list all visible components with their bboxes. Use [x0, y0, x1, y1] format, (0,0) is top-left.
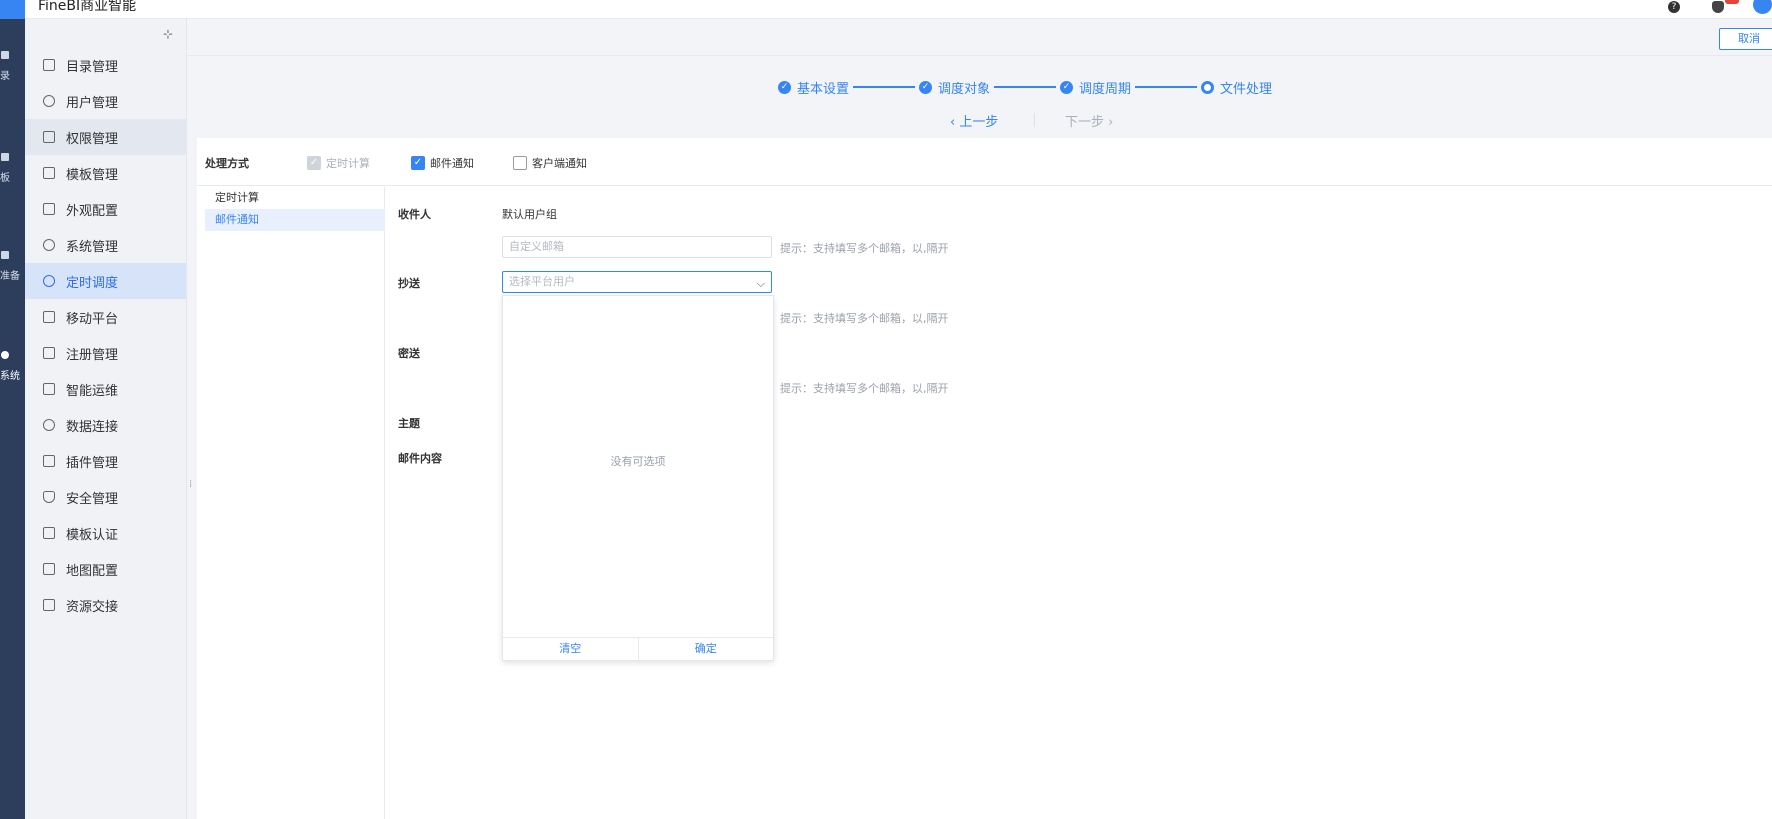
catalog-icon	[1, 51, 9, 59]
cc-hint: 提示：支持填写多个邮箱，以,隔开	[780, 312, 949, 325]
bcc-label: 密送	[398, 347, 420, 360]
register-icon	[43, 347, 55, 359]
sidebar-item-plugins[interactable]: 插件管理	[25, 443, 186, 479]
check-icon: ✓	[1060, 80, 1074, 94]
divider	[187, 55, 1772, 56]
custom-email-input[interactable]: 自定义邮箱	[502, 236, 772, 258]
cc-user-select[interactable]: 选择平台用户 ⌵	[502, 271, 772, 293]
app-title: FineBI商业智能	[38, 0, 137, 14]
checkbox-empty-icon	[513, 156, 527, 170]
bell-icon[interactable]	[1712, 1, 1724, 13]
list-item-scheduled-calc[interactable]: 定时计算	[205, 187, 385, 209]
catalog-icon	[43, 59, 55, 71]
dropdown-footer: 清空 确定	[503, 637, 773, 660]
cc-label: 抄送	[398, 277, 420, 290]
dashboard-icon	[1, 153, 9, 161]
sidebar-item-templates[interactable]: 模板管理	[25, 155, 186, 191]
sidebar-item-appearance[interactable]: 外观配置	[25, 191, 186, 227]
sidebar-item-users[interactable]: 用户管理	[25, 83, 186, 119]
step-connector	[1135, 86, 1198, 88]
sidebar-item-template-certify[interactable]: 模板认证	[25, 515, 186, 551]
main-panel: 处理方式 ✓ 定时计算 ✓ 邮件通知 客户端通知 定时计算 邮件通知 收件人 默…	[197, 138, 1772, 819]
brush-icon	[43, 203, 55, 215]
left-rail: 录 板 准备 系统	[0, 19, 25, 819]
chevron-left-icon: ‹	[950, 115, 960, 130]
help-icon[interactable]: ?	[1668, 1, 1680, 13]
step-basic-settings[interactable]: ✓ 基本设置	[778, 78, 849, 97]
system-gear-icon	[1, 351, 9, 359]
step-file-processing[interactable]: 文件处理	[1201, 78, 1272, 97]
processing-list: 定时计算 邮件通知	[197, 187, 385, 819]
recipient-hint: 提示：支持填写多个邮箱，以,隔开	[780, 242, 949, 255]
ops-icon	[43, 383, 55, 395]
plugin-icon	[43, 455, 55, 467]
next-step-button[interactable]: 下一步 ›	[1065, 111, 1113, 130]
dropdown-empty-text: 没有可选项	[610, 455, 666, 468]
sidebar-item-register[interactable]: 注册管理	[25, 335, 186, 371]
link-icon	[43, 419, 55, 431]
check-icon: ✓	[919, 80, 933, 94]
shield-icon	[43, 491, 55, 503]
recipient-label: 收件人	[398, 208, 431, 221]
transfer-icon	[43, 599, 55, 611]
notification-badge	[1725, 0, 1739, 4]
subject-label: 主题	[398, 417, 420, 430]
sidebar: ⊹ 目录管理 用户管理 权限管理 模板管理 外观配置 系统管理 定时调度 移动平…	[25, 19, 187, 819]
sidebar-item-map[interactable]: 地图配置	[25, 551, 186, 587]
divider	[1034, 113, 1035, 127]
prev-step-button[interactable]: ‹ 上一步	[950, 111, 998, 130]
map-icon	[43, 563, 55, 575]
processing-method-row: 处理方式 ✓ 定时计算 ✓ 邮件通知 客户端通知	[197, 138, 1772, 186]
avatar[interactable]	[1753, 0, 1772, 14]
checkbox-scheduled-calc[interactable]: ✓ 定时计算	[307, 155, 370, 171]
wizard-steps: ✓ 基本设置 ✓ 调度对象 ✓ 调度周期 文件处理	[778, 78, 1272, 97]
current-step-icon	[1201, 80, 1215, 94]
recipient-value: 默认用户组	[502, 208, 557, 221]
sidebar-item-data-connection[interactable]: 数据连接	[25, 407, 186, 443]
sidebar-resize-handle[interactable]: ⁞	[189, 479, 193, 491]
user-icon	[43, 95, 55, 107]
top-bar: FineBI商业智能 ?	[0, 0, 1772, 19]
gear-icon	[43, 239, 55, 251]
sidebar-item-permissions[interactable]: 权限管理	[25, 119, 186, 155]
content-label: 邮件内容	[398, 452, 442, 465]
step-schedule-object[interactable]: ✓ 调度对象	[919, 78, 990, 97]
cc-user-dropdown: 没有可选项 清空 确定	[502, 295, 774, 661]
checkbox-email-notify[interactable]: ✓ 邮件通知	[411, 155, 474, 171]
bcc-hint: 提示：支持填写多个邮箱，以,隔开	[780, 382, 949, 395]
clear-button[interactable]: 清空	[503, 638, 638, 660]
template-icon	[43, 167, 55, 179]
mobile-icon	[43, 311, 55, 323]
certify-icon	[43, 527, 55, 539]
processing-method-label: 处理方式	[205, 157, 249, 170]
step-connector	[853, 86, 916, 88]
step-connector	[994, 86, 1057, 88]
list-item-email-notify[interactable]: 邮件通知	[205, 209, 385, 231]
cancel-button[interactable]: 取消	[1719, 28, 1772, 50]
sidebar-item-mobile[interactable]: 移动平台	[25, 299, 186, 335]
rail-item-dashboard[interactable]: 板	[0, 153, 25, 184]
sidebar-item-resource-transfer[interactable]: 资源交接	[25, 587, 186, 623]
lock-icon	[43, 131, 55, 143]
sidebar-item-security[interactable]: 安全管理	[25, 479, 186, 515]
pin-icon[interactable]: ⊹	[163, 28, 175, 40]
clock-icon	[43, 275, 55, 287]
checkbox-client-notify[interactable]: 客户端通知	[513, 155, 587, 171]
checkbox-checked-icon: ✓	[307, 156, 321, 170]
app-logo[interactable]	[0, 0, 25, 19]
rail-item-data-prep[interactable]: 准备	[0, 251, 25, 282]
rail-item-catalog[interactable]: 录	[0, 51, 25, 82]
checkbox-checked-icon: ✓	[411, 156, 425, 170]
step-schedule-period[interactable]: ✓ 调度周期	[1060, 78, 1131, 97]
rail-item-system[interactable]: 系统	[0, 351, 25, 382]
data-prep-icon	[1, 251, 9, 259]
sidebar-item-schedule[interactable]: 定时调度	[25, 263, 186, 299]
sidebar-item-catalog[interactable]: 目录管理	[25, 47, 186, 83]
check-icon: ✓	[778, 80, 791, 94]
confirm-button[interactable]: 确定	[637, 638, 774, 660]
sidebar-item-system[interactable]: 系统管理	[25, 227, 186, 263]
sidebar-item-ops[interactable]: 智能运维	[25, 371, 186, 407]
chevron-down-icon: ⌵	[756, 277, 765, 290]
chevron-right-icon: ›	[1104, 115, 1114, 130]
